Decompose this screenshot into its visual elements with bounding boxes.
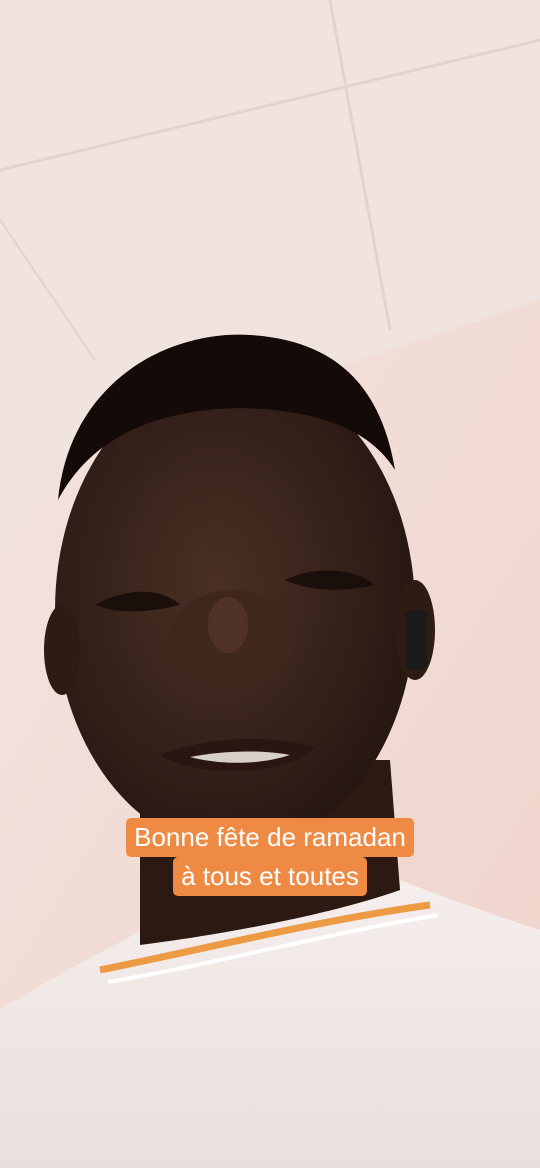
video-frame: Bonne fête de ramadan à tous et toutes <box>0 0 540 1168</box>
video-still-image <box>0 0 540 1168</box>
subtitle-caption: Bonne fête de ramadan à tous et toutes <box>0 818 540 896</box>
caption-line-2: à tous et toutes <box>173 857 367 896</box>
earbud <box>405 610 427 670</box>
caption-line-1: Bonne fête de ramadan <box>126 818 414 857</box>
